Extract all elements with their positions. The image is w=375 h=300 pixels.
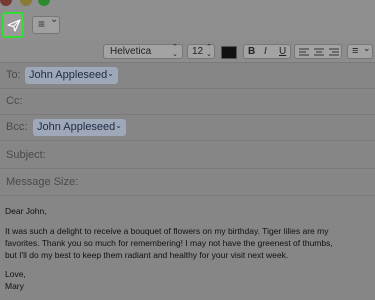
font-family-value: Helvetica xyxy=(110,46,152,57)
chevron-down-icon: ⌄ xyxy=(107,69,114,78)
font-size-value: 12 xyxy=(192,46,204,57)
to-field-row[interactable]: To: John Appleseed⌄ xyxy=(0,63,375,89)
message-size-label: Message Size: xyxy=(6,176,79,188)
message-line: favorites. Thank you so much for remembe… xyxy=(5,238,333,248)
send-button[interactable] xyxy=(2,12,24,38)
message-line: but I'll do my best to keep them radiant… xyxy=(5,250,289,260)
bcc-recipient-token[interactable]: John Appleseed⌄ xyxy=(33,119,126,136)
chevron-down-icon: ⌄ xyxy=(363,43,371,53)
cc-label: Cc: xyxy=(6,95,23,107)
list-icon: ≡ xyxy=(352,45,359,57)
message-greeting: Dear John, xyxy=(5,206,47,216)
bold-button[interactable]: B xyxy=(248,45,255,58)
bcc-label: Bcc: xyxy=(6,121,28,133)
updown-arrows-icon: ⌃⌄ xyxy=(172,44,178,58)
align-center-icon[interactable] xyxy=(314,48,324,56)
recipient-name: John Appleseed xyxy=(29,69,108,81)
align-right-icon[interactable] xyxy=(329,48,339,56)
recipient-name: John Appleseed xyxy=(37,121,116,133)
font-size-select[interactable]: 12 ⌃⌄ xyxy=(187,44,215,59)
subject-label: Subject: xyxy=(6,149,46,161)
underline-button[interactable]: U xyxy=(279,45,286,58)
message-closing: Love, xyxy=(5,269,26,279)
to-recipient-token[interactable]: John Appleseed⌄ xyxy=(25,67,118,84)
chevron-down-icon: ⌄ xyxy=(115,121,122,130)
align-left-icon[interactable] xyxy=(299,48,309,56)
message-signature: Mary xyxy=(5,281,24,291)
to-label: To: xyxy=(6,69,21,81)
text-color-well[interactable] xyxy=(221,46,237,59)
cc-field-row[interactable]: Cc: xyxy=(0,89,375,115)
message-line: It was such a delight to receive a bouqu… xyxy=(5,226,329,236)
subject-field-row[interactable]: Subject: xyxy=(0,143,375,169)
bcc-field-row[interactable]: Bcc: John Appleseed⌄ xyxy=(0,115,375,141)
list-icon: ≡ xyxy=(38,17,46,31)
updown-arrows-icon: ⌃⌄ xyxy=(206,44,212,58)
italic-button[interactable]: I xyxy=(264,45,267,58)
style-button-group: B I U xyxy=(243,44,291,59)
font-family-select[interactable]: Helvetica ⌃⌄ xyxy=(103,44,183,59)
message-size-row: Message Size: xyxy=(0,170,375,196)
list-style-button[interactable]: ≡ ⌄ xyxy=(347,43,373,59)
header-fields-menu-button[interactable]: ≡ ⌄ xyxy=(32,14,60,34)
paper-plane-icon xyxy=(7,19,21,32)
chevron-down-icon: ⌄ xyxy=(50,14,59,25)
alignment-button-group xyxy=(294,44,342,59)
